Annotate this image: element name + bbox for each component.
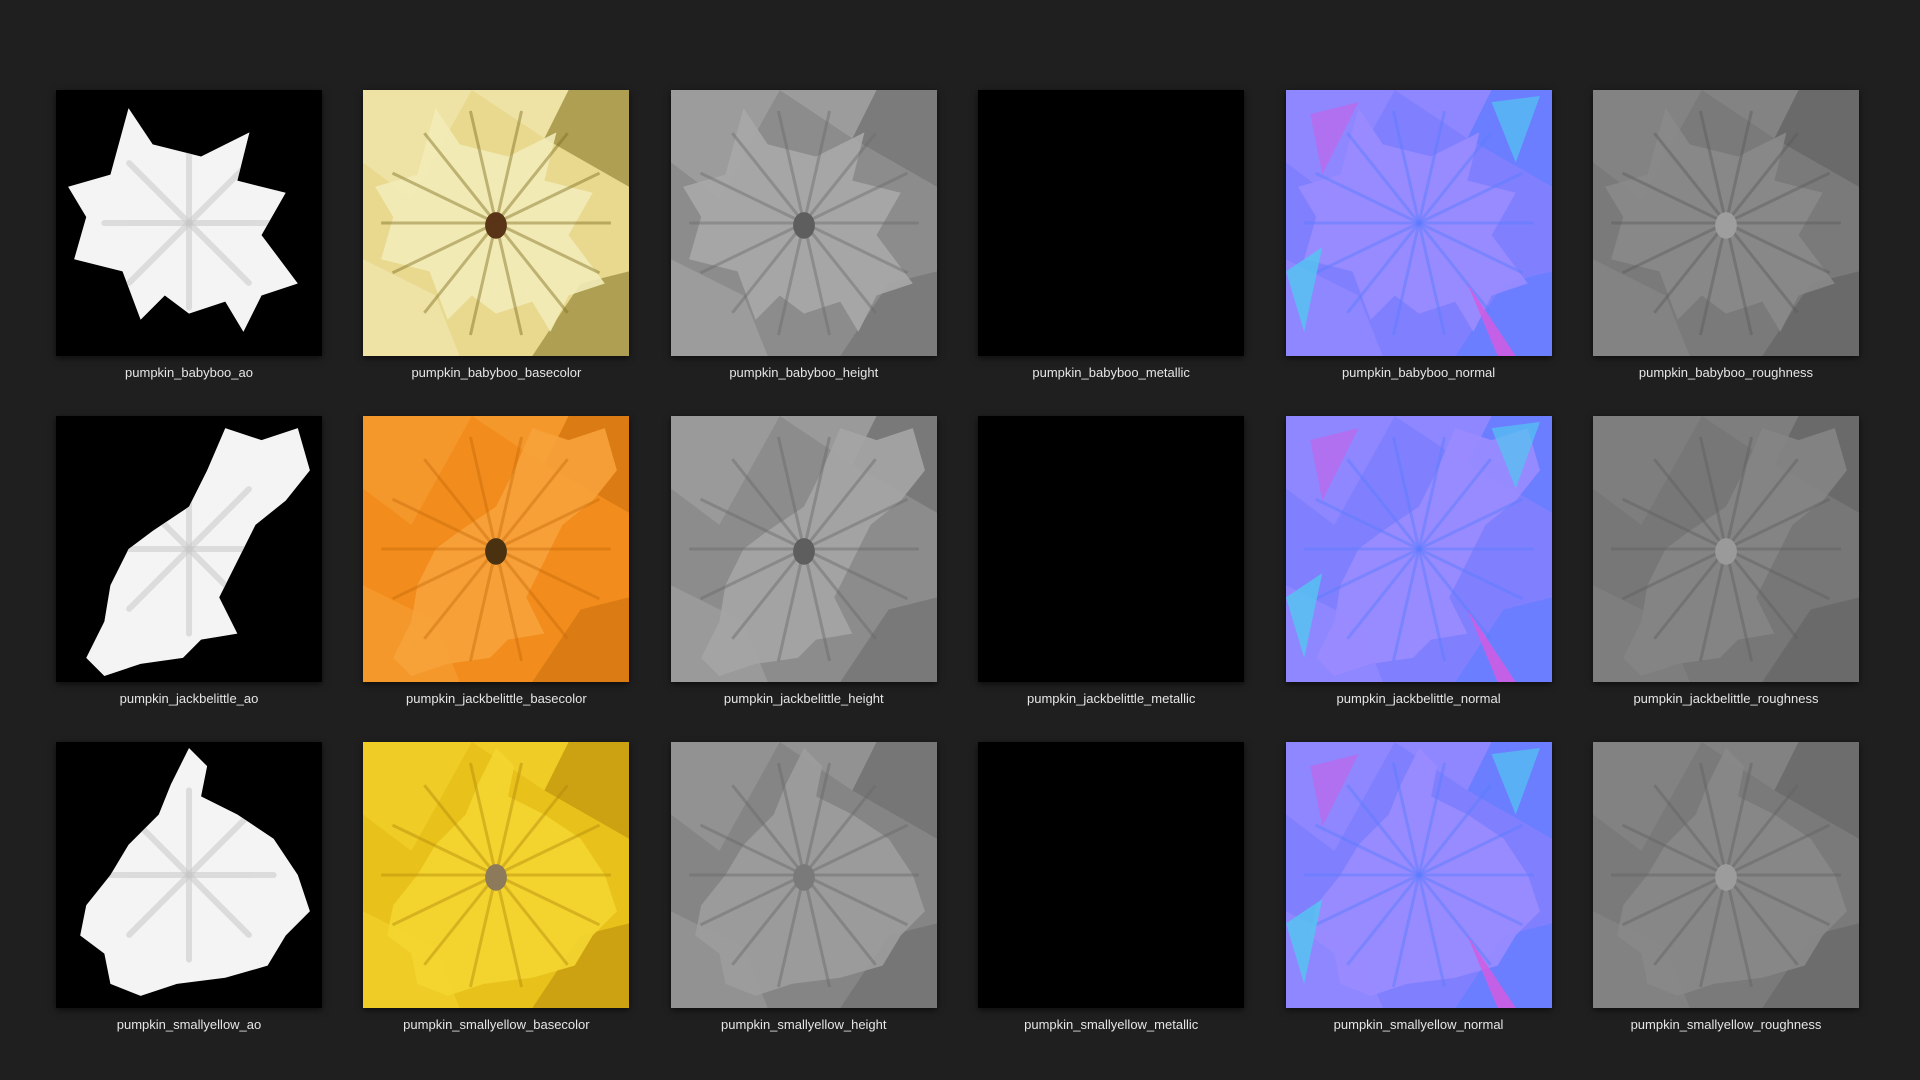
texture-file-grid: pumpkin_babyboo_ao pumpkin_babyboo_basec… (56, 90, 1864, 1033)
texture-thumbnail[interactable] (1592, 416, 1859, 682)
basecolor-map-image (363, 416, 630, 682)
texture-thumbnail[interactable] (978, 90, 1245, 356)
texture-thumbnail[interactable] (56, 416, 322, 682)
file-name[interactable]: pumpkin_babyboo_metallic (1032, 365, 1190, 381)
basecolor-map-image (363, 90, 630, 356)
file-tile[interactable]: pumpkin_smallyellow_roughness (1592, 742, 1859, 1033)
texture-thumbnail[interactable] (670, 416, 937, 682)
texture-thumbnail[interactable] (363, 742, 630, 1008)
texture-thumbnail[interactable] (978, 416, 1245, 682)
file-name[interactable]: pumpkin_smallyellow_basecolor (403, 1017, 589, 1033)
texture-thumbnail[interactable] (56, 90, 322, 356)
texture-thumbnail[interactable] (670, 742, 937, 1008)
file-tile[interactable]: pumpkin_jackbelittle_normal (1285, 416, 1552, 707)
metallic-map-image (978, 742, 1245, 1008)
file-tile[interactable]: pumpkin_smallyellow_basecolor (363, 742, 630, 1033)
file-name[interactable]: pumpkin_babyboo_height (729, 365, 878, 381)
file-name[interactable]: pumpkin_babyboo_normal (1342, 365, 1495, 381)
file-name[interactable]: pumpkin_smallyellow_ao (117, 1017, 262, 1033)
file-name[interactable]: pumpkin_smallyellow_metallic (1024, 1017, 1198, 1033)
normal-map-image (1285, 742, 1552, 1008)
file-tile[interactable]: pumpkin_babyboo_ao (56, 90, 322, 381)
ao-map-image (56, 416, 322, 682)
metallic-map-image (978, 416, 1245, 682)
roughness-map-image (1592, 416, 1859, 682)
file-tile[interactable]: pumpkin_babyboo_height (670, 90, 937, 381)
file-tile[interactable]: pumpkin_jackbelittle_basecolor (363, 416, 630, 707)
texture-thumbnail[interactable] (363, 90, 630, 356)
file-tile[interactable]: pumpkin_smallyellow_metallic (978, 742, 1245, 1033)
file-name[interactable]: pumpkin_jackbelittle_basecolor (406, 691, 587, 707)
file-tile[interactable]: pumpkin_smallyellow_height (670, 742, 937, 1033)
file-tile[interactable]: pumpkin_babyboo_normal (1285, 90, 1552, 381)
texture-thumbnail[interactable] (1592, 90, 1859, 356)
texture-thumbnail[interactable] (978, 742, 1245, 1008)
file-name[interactable]: pumpkin_jackbelittle_roughness (1633, 691, 1818, 707)
texture-thumbnail[interactable] (1285, 742, 1552, 1008)
file-name[interactable]: pumpkin_jackbelittle_normal (1337, 691, 1501, 707)
file-name[interactable]: pumpkin_jackbelittle_metallic (1027, 691, 1195, 707)
file-tile[interactable]: pumpkin_jackbelittle_height (670, 416, 937, 707)
ao-map-image (56, 90, 322, 356)
file-tile[interactable]: pumpkin_jackbelittle_ao (56, 416, 322, 707)
file-name[interactable]: pumpkin_babyboo_basecolor (411, 365, 581, 381)
texture-thumbnail[interactable] (1285, 90, 1552, 356)
file-name[interactable]: pumpkin_babyboo_ao (125, 365, 253, 381)
file-tile[interactable]: pumpkin_babyboo_roughness (1592, 90, 1859, 381)
normal-map-image (1285, 90, 1552, 356)
file-tile[interactable]: pumpkin_babyboo_basecolor (363, 90, 630, 381)
height-map-image (670, 416, 937, 682)
ao-map-image (56, 742, 322, 1008)
file-name[interactable]: pumpkin_babyboo_roughness (1639, 365, 1813, 381)
texture-thumbnail[interactable] (1592, 742, 1859, 1008)
metallic-map-image (978, 90, 1245, 356)
basecolor-map-image (363, 742, 630, 1008)
file-name[interactable]: pumpkin_smallyellow_normal (1334, 1017, 1504, 1033)
roughness-map-image (1592, 90, 1859, 356)
file-tile[interactable]: pumpkin_babyboo_metallic (978, 90, 1245, 381)
roughness-map-image (1592, 742, 1859, 1008)
file-tile[interactable]: pumpkin_smallyellow_normal (1285, 742, 1552, 1033)
texture-thumbnail[interactable] (670, 90, 937, 356)
height-map-image (670, 90, 937, 356)
file-tile[interactable]: pumpkin_jackbelittle_metallic (978, 416, 1245, 707)
normal-map-image (1285, 416, 1552, 682)
file-tile[interactable]: pumpkin_jackbelittle_roughness (1592, 416, 1859, 707)
file-name[interactable]: pumpkin_jackbelittle_ao (120, 691, 259, 707)
texture-thumbnail[interactable] (1285, 416, 1552, 682)
texture-thumbnail[interactable] (56, 742, 322, 1008)
file-name[interactable]: pumpkin_smallyellow_height (721, 1017, 886, 1033)
height-map-image (670, 742, 937, 1008)
file-name[interactable]: pumpkin_jackbelittle_height (724, 691, 884, 707)
texture-thumbnail[interactable] (363, 416, 630, 682)
file-name[interactable]: pumpkin_smallyellow_roughness (1631, 1017, 1822, 1033)
file-tile[interactable]: pumpkin_smallyellow_ao (56, 742, 322, 1033)
